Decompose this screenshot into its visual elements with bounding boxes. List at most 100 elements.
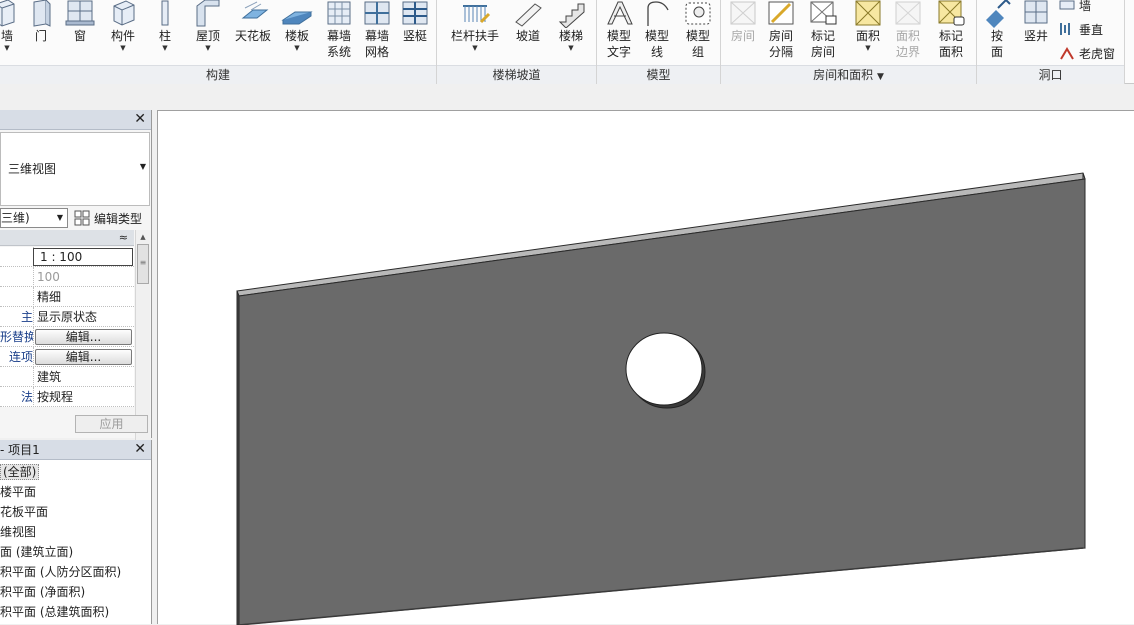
railing-icon: [463, 5, 491, 24]
panel-room-area: 房间 房间 分隔 标记 房间 面积 ▼ 面积 边界 标记 面积 房间和面积 ▼: [721, 0, 977, 84]
tool-model-line[interactable]: 模型 线: [641, 0, 673, 64]
project-browser-header: - 项目1 ✕: [0, 440, 151, 460]
chevron-down-icon[interactable]: ▼: [152, 44, 178, 52]
project-browser-title: - 项目1: [0, 443, 40, 457]
tool-ramp[interactable]: 坡道: [513, 0, 543, 64]
chevron-down-icon[interactable]: ▼: [140, 162, 146, 171]
prop-row-visibility[interactable]: 主显示原状态: [0, 307, 134, 327]
panel-build: 墙 ▼ 门 窗 构件 ▼ 柱 ▼ 屋顶 ▼ 天花板 楼板 ▼ 幕墙 系统 幕墙 …: [0, 0, 437, 84]
tool-vertical-opening[interactable]: 垂直: [1059, 18, 1103, 40]
prop-row-detail-level[interactable]: 精细: [0, 287, 134, 307]
tool-column[interactable]: 柱 ▼: [152, 0, 178, 64]
panel-model: 模型 文字 模型 线 模型 组 模型: [597, 0, 721, 84]
door-icon: [33, 0, 51, 27]
panel-stairs: 栏杆扶手 ▼ 坡道 楼梯 ▼ 楼梯坡道: [437, 0, 597, 84]
tool-area-boundary[interactable]: 面积 边界: [891, 0, 925, 64]
prop-row-display-method[interactable]: 法按规程: [0, 387, 134, 407]
tool-model-group[interactable]: 模型 组: [681, 0, 715, 64]
model-line-icon: [647, 1, 669, 26]
tree-item-floor-plans[interactable]: 楼平面: [0, 482, 152, 502]
project-tree: (全部) 楼平面 花板平面 维视图 面 (建筑立面) 积平面 (人防分区面积) …: [0, 462, 152, 622]
room-separator-icon: [768, 1, 794, 25]
tool-window[interactable]: 窗: [64, 0, 96, 64]
tool-tag-area[interactable]: 标记 面积: [931, 0, 971, 64]
tree-item-area-plan-civil[interactable]: 积平面 (人防分区面积): [0, 562, 152, 582]
tree-item-3d-views[interactable]: 维视图: [0, 522, 152, 542]
chevron-down-icon[interactable]: ▼: [0, 44, 20, 52]
panel-expand-icon[interactable]: ▼: [877, 72, 884, 82]
tag-area-icon: [938, 0, 965, 26]
chevron-down-icon: ▼: [56, 213, 63, 222]
edit-type-button[interactable]: 编辑类型: [74, 208, 142, 228]
apply-button[interactable]: 应用: [75, 415, 148, 433]
wall-3d-view: [236, 172, 1086, 625]
chevron-down-icon[interactable]: ▼: [555, 44, 587, 52]
chevron-down-icon[interactable]: ▼: [104, 44, 142, 52]
curtain-grid-icon: [364, 1, 390, 25]
edit-options-button[interactable]: 编辑...: [35, 349, 132, 365]
tool-component[interactable]: 构件 ▼: [104, 0, 142, 64]
window-icon: [65, 0, 95, 26]
area-boundary-icon: [895, 1, 921, 25]
tool-ceiling[interactable]: 天花板: [232, 0, 274, 64]
tool-wall-opening[interactable]: 墙: [1059, 0, 1091, 16]
tree-item-ceiling-plans[interactable]: 花板平面: [0, 502, 152, 522]
prop-row-options: 连项 编辑...: [0, 347, 134, 367]
tool-wall[interactable]: 墙 ▼: [0, 0, 20, 64]
model-group-icon: [685, 2, 711, 25]
scroll-up-icon[interactable]: ▲: [136, 230, 150, 244]
prop-row-scale-value: 100: [0, 267, 134, 287]
tree-item-area-plan-gross[interactable]: 积平面 (总建筑面积): [0, 602, 152, 622]
column-icon: [161, 0, 169, 26]
tool-door[interactable]: 门: [28, 0, 54, 64]
chevron-down-icon[interactable]: ▼: [190, 44, 226, 52]
prop-row-discipline[interactable]: 建筑: [0, 367, 134, 387]
view-canvas-3d[interactable]: [157, 110, 1134, 625]
close-icon[interactable]: ✕: [134, 441, 146, 458]
chevron-down-icon[interactable]: ▼: [849, 44, 887, 52]
tool-curtain-system[interactable]: 幕墙 系统: [322, 0, 356, 64]
dormer-icon: [1060, 47, 1074, 60]
chevron-down-icon[interactable]: ▼: [449, 44, 501, 52]
tool-dormer[interactable]: 老虎窗: [1059, 42, 1115, 64]
chevron-down-icon[interactable]: ▼: [280, 44, 314, 52]
tool-by-face[interactable]: 按 面: [981, 0, 1013, 64]
tool-floor[interactable]: 楼板 ▼: [280, 0, 314, 64]
panel-title-room-area[interactable]: 房间和面积 ▼: [721, 65, 976, 84]
close-icon[interactable]: ✕: [134, 111, 146, 128]
tool-room[interactable]: 房间: [727, 0, 759, 64]
tool-curtain-grid[interactable]: 幕墙 网格: [360, 0, 394, 64]
tool-mullion[interactable]: 竖梃: [398, 0, 432, 64]
tree-item-area-plan-net[interactable]: 积平面 (净面积): [0, 582, 152, 602]
vertical-opening-icon: [1060, 23, 1070, 35]
tool-roof[interactable]: 屋顶 ▼: [190, 0, 226, 64]
tool-railing[interactable]: 栏杆扶手 ▼: [449, 0, 501, 64]
scroll-thumb[interactable]: ≡: [137, 244, 149, 284]
room-icon: [730, 1, 756, 25]
panel-title-stairs: 楼梯坡道: [437, 65, 596, 84]
type-name: 三维视图: [8, 162, 57, 176]
tool-model-text[interactable]: 模型 文字: [603, 0, 635, 64]
area-icon: [855, 0, 881, 26]
tool-stair[interactable]: 楼梯 ▼: [555, 0, 587, 64]
scale-input[interactable]: 1 : 100: [33, 248, 133, 266]
type-selector[interactable]: 三维视图 ▼: [0, 132, 150, 206]
instance-filter-dropdown[interactable]: 三维) ▼: [0, 208, 68, 228]
tree-item-elevations[interactable]: 面 (建筑立面): [0, 542, 152, 562]
ceiling-icon: [241, 1, 269, 19]
floor-icon: [281, 11, 313, 25]
tool-room-separator[interactable]: 房间 分隔: [765, 0, 797, 64]
properties-group-header[interactable]: ≈: [0, 230, 134, 246]
prop-row-scale[interactable]: 1 : 100: [0, 247, 134, 267]
tool-tag-room[interactable]: 标记 房间: [805, 0, 841, 64]
tool-shaft[interactable]: 竖井: [1019, 0, 1053, 64]
edit-overrides-button[interactable]: 编辑...: [35, 329, 132, 345]
collapse-icon[interactable]: ≈: [119, 230, 128, 246]
wall-icon: [0, 0, 15, 27]
mullion-icon: [402, 1, 428, 25]
tool-area[interactable]: 面积 ▼: [849, 0, 887, 64]
tree-item-all[interactable]: (全部): [0, 462, 152, 482]
roof-icon: [196, 0, 220, 27]
panel-title-opening: 洞口: [977, 65, 1124, 84]
properties-grid: 1 : 100 100 精细 主显示原状态 形替换 编辑... 连项 编辑... 建…: [0, 247, 134, 407]
